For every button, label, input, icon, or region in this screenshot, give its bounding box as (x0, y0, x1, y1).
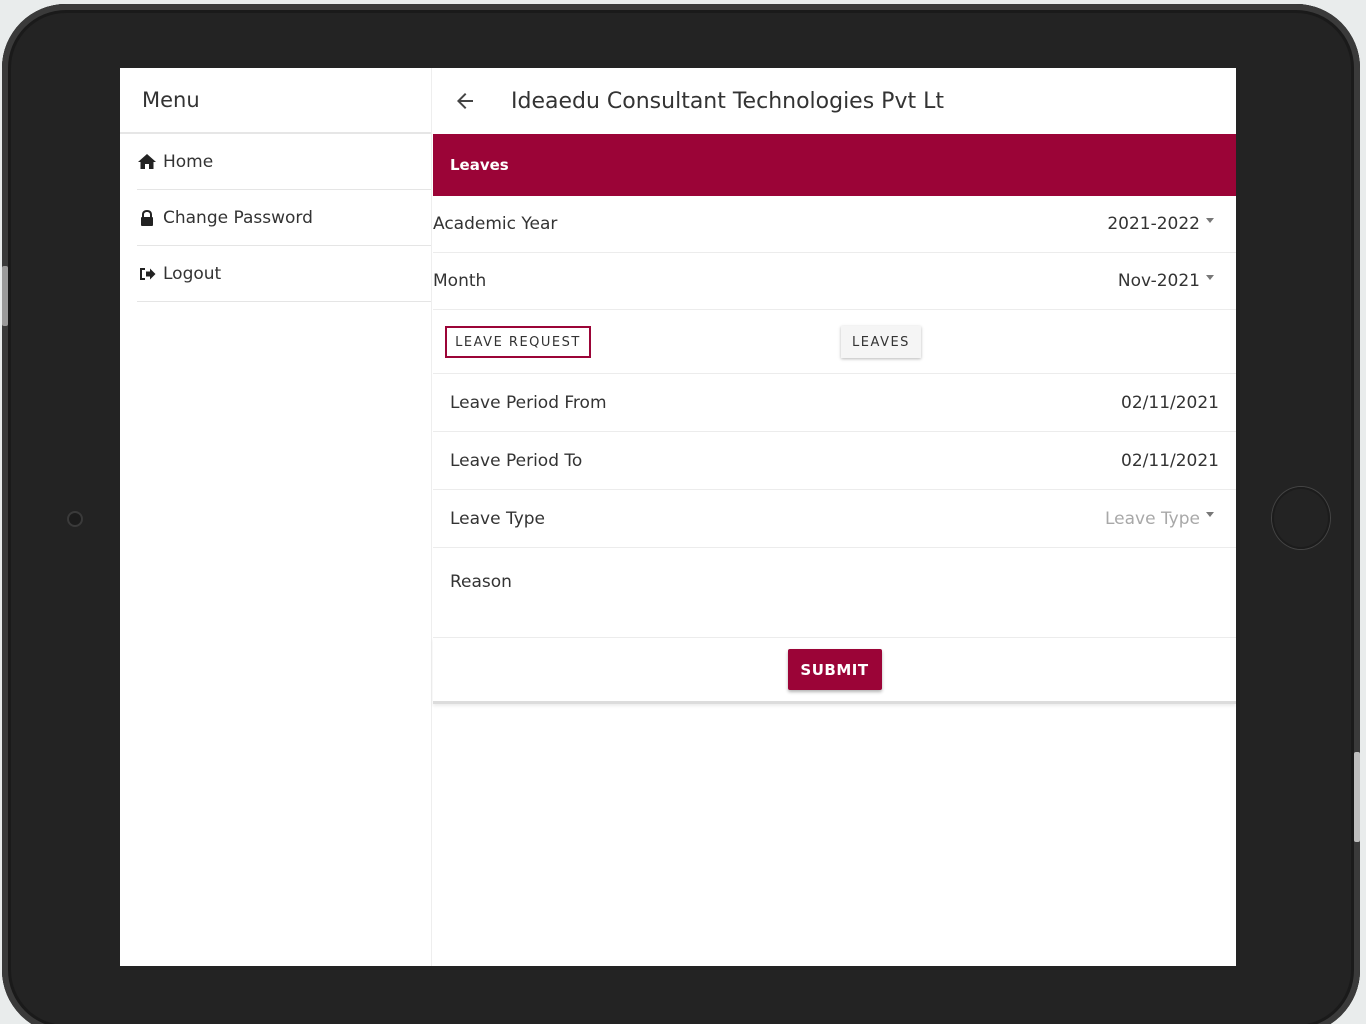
leave-period-from-row: Leave Period From 02/11/2021 (433, 374, 1236, 432)
tablet-side-button (1354, 752, 1360, 842)
sidebar-item-logout[interactable]: Logout (137, 246, 431, 302)
sidebar-item-home[interactable]: Home (137, 134, 431, 190)
leave-period-from-label: Leave Period From (450, 392, 607, 413)
sidebar-item-label: Home (163, 151, 214, 172)
leave-type-row: Leave Type Leave Type (433, 490, 1236, 548)
leave-period-to-row: Leave Period To 02/11/2021 (433, 432, 1236, 490)
academic-year-label: Academic Year (433, 214, 558, 234)
sidebar-menu: Menu Home Change Password Logout (120, 68, 432, 966)
menu-title: Menu (120, 68, 431, 134)
home-button (1272, 487, 1330, 549)
submit-area: SUBMIT (433, 638, 1236, 704)
reason-field[interactable]: Reason (433, 548, 1236, 638)
submit-button[interactable]: SUBMIT (787, 649, 882, 690)
sidebar-item-label: Change Password (163, 207, 313, 228)
leave-period-from-field[interactable]: 02/11/2021 (1121, 393, 1236, 413)
leave-type-placeholder: Leave Type (1104, 508, 1200, 529)
tab-leaves[interactable]: LEAVES (841, 326, 921, 358)
logout-icon (140, 267, 156, 280)
tablet-side-button (2, 266, 8, 326)
app-screen: Menu Home Change Password Logout Ideaedu… (120, 68, 1236, 966)
tab-leave-request[interactable]: LEAVE REQUEST (445, 326, 591, 358)
leave-period-to-label: Leave Period To (450, 450, 583, 471)
month-value: Nov-2021 (1117, 271, 1200, 291)
arrow-left-icon[interactable] (453, 89, 477, 113)
chevron-down-icon (1206, 274, 1214, 280)
academic-year-row: Academic Year 2021-2022 (433, 196, 1236, 253)
chevron-down-icon (1206, 217, 1214, 223)
sidebar-item-label: Logout (163, 263, 222, 284)
leave-period-to-field[interactable]: 02/11/2021 (1121, 451, 1236, 471)
menu-list: Home Change Password Logout (120, 134, 431, 302)
leave-type-select[interactable]: Leave Type (1105, 509, 1236, 529)
reason-label: Reason (450, 572, 512, 592)
camera-icon (67, 511, 83, 527)
page-title: Ideaedu Consultant Technologies Pvt Lt (511, 88, 944, 114)
sidebar-item-change-password[interactable]: Change Password (137, 190, 431, 246)
top-bar: Ideaedu Consultant Technologies Pvt Lt (433, 68, 1236, 134)
main-content: Ideaedu Consultant Technologies Pvt Lt L… (433, 68, 1236, 966)
lock-icon (141, 209, 153, 226)
academic-year-value: 2021-2022 (1107, 214, 1200, 234)
leave-type-label: Leave Type (450, 508, 546, 529)
chevron-down-icon (1206, 512, 1214, 517)
month-select[interactable]: Nov-2021 (1118, 271, 1236, 291)
month-row: Month Nov-2021 (433, 253, 1236, 310)
home-icon (138, 153, 156, 169)
panel-title: Leaves (433, 134, 1236, 196)
month-label: Month (433, 271, 487, 291)
academic-year-select[interactable]: 2021-2022 (1107, 214, 1236, 234)
tabs-row: LEAVE REQUEST LEAVES (433, 310, 1236, 374)
